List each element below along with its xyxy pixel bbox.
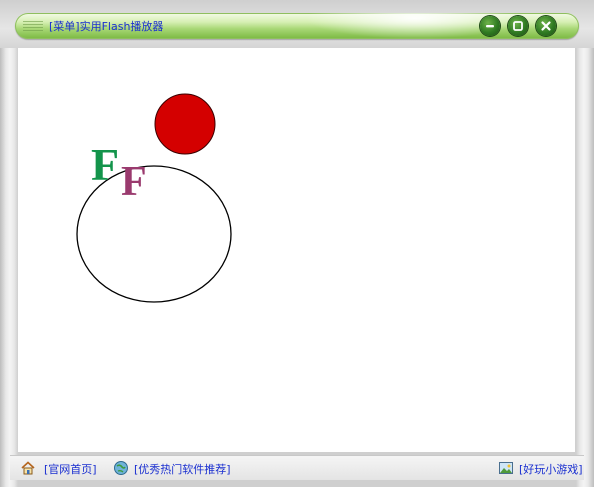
mini-games-link[interactable]: [好玩小游戏] — [519, 461, 583, 477]
purple-letter-f: F — [121, 159, 147, 205]
title-bar[interactable]: [菜单]实用Flash播放器 — [15, 13, 579, 39]
title-grip-left — [23, 21, 43, 32]
globe-icon — [114, 461, 128, 475]
recommend-software-link[interactable]: [优秀热门软件推荐] — [134, 461, 231, 477]
minimize-button[interactable] — [480, 16, 500, 36]
status-bar: [官网首页] [优秀热门软件推荐] [好玩小游戏] — [10, 455, 584, 480]
minimize-icon — [486, 25, 494, 28]
window-title-menu[interactable]: [菜单]实用Flash播放器 — [49, 18, 163, 34]
flash-stage[interactable]: F F — [18, 48, 575, 452]
picture-icon — [499, 462, 513, 474]
green-letter-f: F — [91, 139, 120, 190]
close-icon — [541, 21, 551, 31]
restore-icon — [513, 21, 523, 31]
close-button[interactable] — [536, 16, 556, 36]
restore-button[interactable] — [508, 16, 528, 36]
home-link[interactable]: [官网首页] — [44, 461, 97, 477]
red-ball — [154, 93, 216, 155]
home-icon — [21, 461, 35, 475]
flash-stage-graphics — [76, 93, 232, 303]
